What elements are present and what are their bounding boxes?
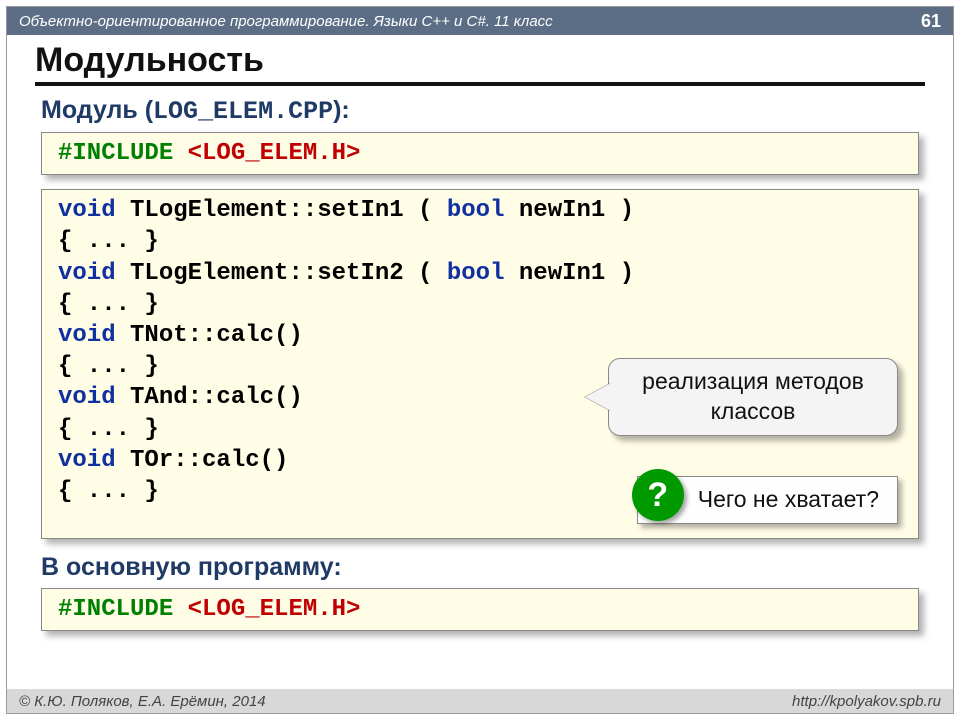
code-line-9: void TOr::calc() — [58, 445, 902, 476]
question-text: Чего не хватает? — [698, 485, 879, 515]
include-box-1: #INCLUDE <LOG_ELEM.H> — [41, 132, 919, 175]
include-directive-1: #INCLUDE — [58, 140, 173, 167]
include-file-2: <LOG_ELEM.H> — [188, 596, 361, 623]
mainprog-label: В основную программу — [41, 553, 333, 581]
code-line-1: void TLogElement::setIn1 ( bool newIn1 ) — [58, 195, 902, 226]
slide-frame: Объектно-ориентированное программировани… — [6, 6, 954, 714]
mainprog-colon: : — [333, 553, 341, 581]
slide-title: Модульность — [35, 41, 925, 86]
code-line-3: void TLogElement::setIn2 ( bool newIn1 ) — [58, 258, 902, 289]
callout-methods: реализация методов классов — [608, 358, 898, 436]
callout-text: реализация методов классов — [642, 368, 864, 424]
footer-bar: © К.Ю. Поляков, Е.А. Ерёмин, 2014 http:/… — [7, 689, 953, 713]
code-line-2: { ... } — [58, 226, 902, 257]
code-line-5: void TNot::calc() — [58, 320, 902, 351]
content-area: Модульность Модуль (LOG_ELEM.CPP): #INCL… — [7, 35, 953, 689]
module-filename: LOG_ELEM.CPP — [153, 97, 333, 126]
header-bar: Объектно-ориентированное программировани… — [7, 7, 953, 35]
question-mark: ? — [647, 473, 668, 517]
mainprog-heading: В основную программу: — [41, 553, 925, 582]
module-colon: : — [341, 96, 349, 124]
code-line-4: { ... } — [58, 289, 902, 320]
include-box-2: #INCLUDE <LOG_ELEM.H> — [41, 588, 919, 631]
callout-tail — [585, 383, 611, 411]
include-directive-2: #INCLUDE — [58, 596, 173, 623]
module-heading: Модуль (LOG_ELEM.CPP): — [41, 96, 925, 126]
code-box: void TLogElement::setIn1 ( bool newIn1 )… — [41, 189, 919, 539]
include-file-1: <LOG_ELEM.H> — [188, 140, 361, 167]
course-title: Объектно-ориентированное программировани… — [19, 13, 553, 30]
question-box: ? Чего не хватает? — [637, 476, 898, 524]
footer-url: http://kpolyakov.spb.ru — [792, 693, 941, 710]
footer-copyright: © К.Ю. Поляков, Е.А. Ерёмин, 2014 — [19, 693, 266, 710]
question-icon: ? — [632, 469, 684, 521]
page-number: 61 — [921, 11, 941, 32]
module-label: Модуль — [41, 96, 138, 124]
